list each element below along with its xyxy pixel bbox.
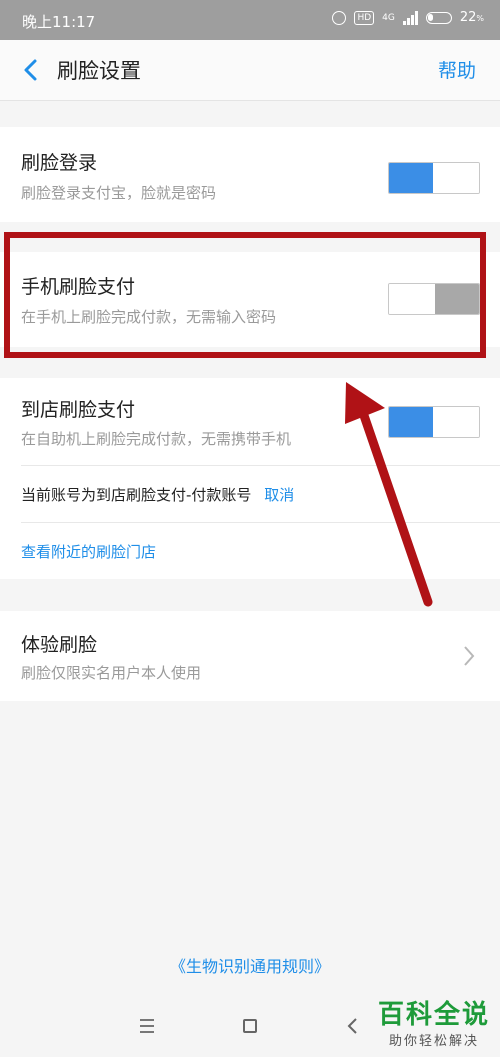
face-login-toggle[interactable]	[388, 162, 480, 194]
store-face-pay-title: 到店刷脸支付	[21, 399, 136, 421]
page-title: 刷脸设置	[57, 59, 141, 83]
store-account-text: 当前账号为到店刷脸支付-付款账号	[21, 486, 252, 504]
nearby-stores-link[interactable]: 查看附近的刷脸门店	[21, 541, 156, 562]
chevron-right-icon	[464, 646, 475, 666]
store-account-row: 当前账号为到店刷脸支付-付款账号 取消	[21, 484, 294, 505]
status-icons: HD 4G 22%	[332, 10, 484, 25]
home-icon[interactable]	[243, 1019, 257, 1033]
nav-bar: 刷脸设置 帮助	[0, 40, 500, 101]
status-bar: 晚上11:17 HD 4G 22%	[0, 0, 500, 40]
hd-icon: HD	[354, 10, 375, 25]
face-login-section: 刷脸登录 刷脸登录支付宝，脸就是密码	[0, 127, 500, 222]
experience-subtitle: 刷脸仅限实名用户本人使用	[21, 664, 202, 682]
battery-level: 22%	[459, 10, 484, 25]
status-time: 晚上11:17	[22, 13, 96, 31]
face-login-subtitle: 刷脸登录支付宝，脸就是密码	[21, 184, 217, 202]
battery-level-value: 22	[459, 10, 477, 25]
face-login-title: 刷脸登录	[21, 152, 98, 174]
watermark-logo: 百科全说 助你轻松解决	[374, 1000, 494, 1049]
toggle-fill	[389, 407, 435, 437]
store-face-pay-subtitle: 在自助机上刷脸完成付款，无需携带手机	[21, 430, 292, 448]
system-back-icon[interactable]	[346, 1016, 360, 1036]
menu-icon[interactable]	[140, 1019, 154, 1037]
toggle-knob	[433, 407, 479, 437]
watermark-main: 百科全说	[377, 1000, 490, 1030]
help-button[interactable]: 帮助	[438, 56, 476, 83]
toggle-fill	[389, 163, 435, 193]
alarm-icon	[332, 10, 347, 25]
signal-icon	[402, 10, 418, 25]
back-arrow-icon[interactable]	[20, 58, 42, 82]
toggle-knob	[433, 163, 479, 193]
store-face-pay-section: 到店刷脸支付 在自助机上刷脸完成付款，无需携带手机 当前账号为到店刷脸支付-付款…	[0, 378, 500, 579]
highlight-box	[4, 232, 486, 358]
network-type: 4G	[382, 12, 395, 23]
experience-title: 体验刷脸	[21, 634, 98, 656]
store-face-pay-toggle[interactable]	[388, 406, 480, 438]
row-divider	[21, 522, 500, 523]
battery-icon	[425, 11, 452, 24]
watermark-sub: 助你轻松解决	[388, 1034, 479, 1049]
experience-section[interactable]: 体验刷脸 刷脸仅限实名用户本人使用	[0, 611, 500, 701]
cancel-link[interactable]: 取消	[264, 486, 294, 504]
biometric-rules-link[interactable]: 《生物识别通用规则》	[0, 953, 500, 977]
row-divider	[21, 465, 500, 466]
